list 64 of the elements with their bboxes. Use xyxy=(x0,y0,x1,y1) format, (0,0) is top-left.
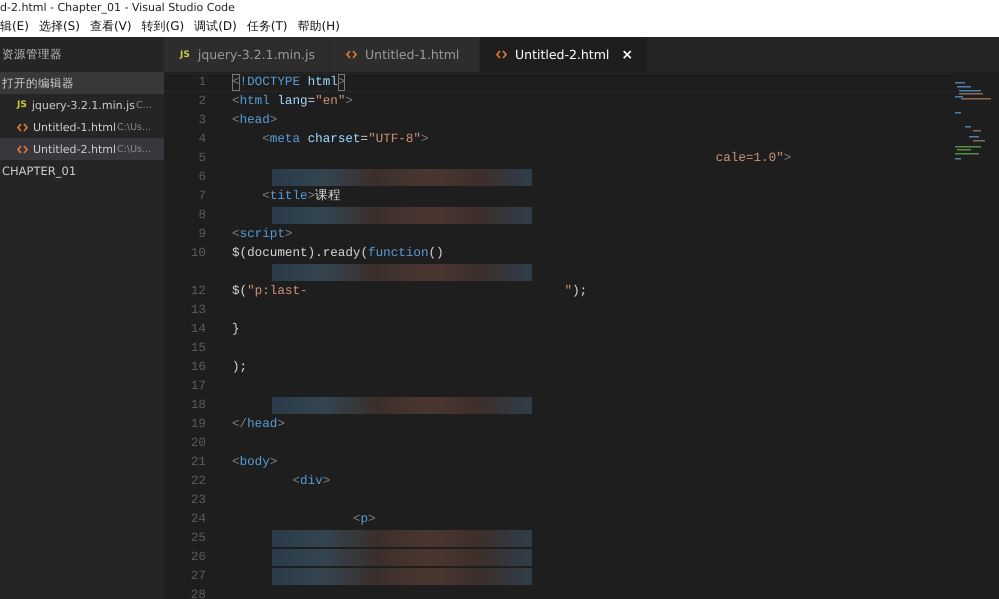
js-file-icon: JS xyxy=(17,100,27,110)
line-number: 19 xyxy=(190,416,207,433)
code-brackets-icon xyxy=(346,50,357,59)
menu-item[interactable]: 任务(T) xyxy=(246,18,294,34)
line-number: 23 xyxy=(190,492,207,509)
file-item[interactable]: JS jquery-3.2.1.min.js C... xyxy=(0,94,164,116)
menu-item[interactable]: 调试(D) xyxy=(194,18,243,34)
code-line: <meta charset="UTF-8"> xyxy=(261,131,429,148)
window-title: d-2.html - Chapter_01 - Visual Studio Code xyxy=(0,1,235,14)
code-line: <div> xyxy=(291,473,330,490)
code-line: ); xyxy=(232,359,248,376)
line-number: 4 xyxy=(197,131,207,148)
line-number: 3 xyxy=(197,112,207,129)
menu-item[interactable]: 转到(G) xyxy=(142,18,190,34)
code-line: <body> xyxy=(232,454,278,471)
menu-item[interactable]: 帮助(H) xyxy=(298,18,346,34)
menu-item[interactable]: 选择(S) xyxy=(38,18,86,34)
line-number: 20 xyxy=(190,435,207,452)
code-line: <title>课程 xyxy=(261,188,342,205)
line-number: 12 xyxy=(190,283,207,300)
line-number: 1 xyxy=(197,74,207,91)
line-number: 15 xyxy=(190,340,207,357)
code-line: <script> xyxy=(232,226,292,243)
line-number: 26 xyxy=(190,549,207,566)
line-number: 7 xyxy=(197,188,207,205)
code-line: $("p:last- "); xyxy=(232,283,588,300)
section-header[interactable]: 打开的编辑器 xyxy=(0,72,164,94)
line-number: 18 xyxy=(190,397,207,414)
js-file-icon: JS xyxy=(180,50,190,60)
line-number: 21 xyxy=(190,454,207,471)
code-line: </head> xyxy=(232,416,285,433)
line-number: 16 xyxy=(190,359,207,376)
line-number: 10 xyxy=(190,245,207,262)
sidebar-title: 资源管理器 xyxy=(1,46,63,63)
code-line: $(document).ready(function() xyxy=(232,245,444,262)
line-number: 2 xyxy=(197,93,207,110)
code-line: <p> xyxy=(352,511,376,528)
code-line: <head> xyxy=(232,112,278,129)
line-number: 6 xyxy=(197,169,207,186)
file-item[interactable]: Untitled-2.html C:\Us... xyxy=(0,138,164,160)
line-number: 13 xyxy=(190,302,207,319)
code-line: } xyxy=(232,321,240,338)
line-number: 9 xyxy=(197,226,207,243)
code-line: cale=1.0"> xyxy=(714,150,792,167)
line-number: 27 xyxy=(190,568,207,585)
line-number: 24 xyxy=(190,511,207,528)
line-number: 5 xyxy=(197,150,207,167)
editor-tab[interactable]: Untitled-1.html xyxy=(330,37,480,72)
line-number: 17 xyxy=(190,378,207,395)
line-number: 22 xyxy=(190,473,207,490)
line-number: 28 xyxy=(190,587,207,599)
menu-item[interactable]: 查看(V) xyxy=(90,18,138,34)
file-item[interactable]: Untitled-1.html C:\Us... xyxy=(0,116,164,138)
line-number: 8 xyxy=(197,207,207,224)
line-number: 25 xyxy=(190,530,207,547)
editor-tab[interactable]: JS jquery-3.2.1.min.js xyxy=(164,37,330,72)
close-icon[interactable]: × xyxy=(621,46,634,62)
code-brackets-icon xyxy=(17,144,28,154)
code-brackets-icon xyxy=(496,50,507,59)
menu-item[interactable]: 辑(E) xyxy=(0,18,35,34)
editor-tab[interactable]: Untitled-2.html × xyxy=(480,37,648,72)
line-number: 14 xyxy=(190,321,207,338)
code-brackets-icon xyxy=(17,122,28,132)
code-line: <html lang="en"> xyxy=(232,93,353,110)
